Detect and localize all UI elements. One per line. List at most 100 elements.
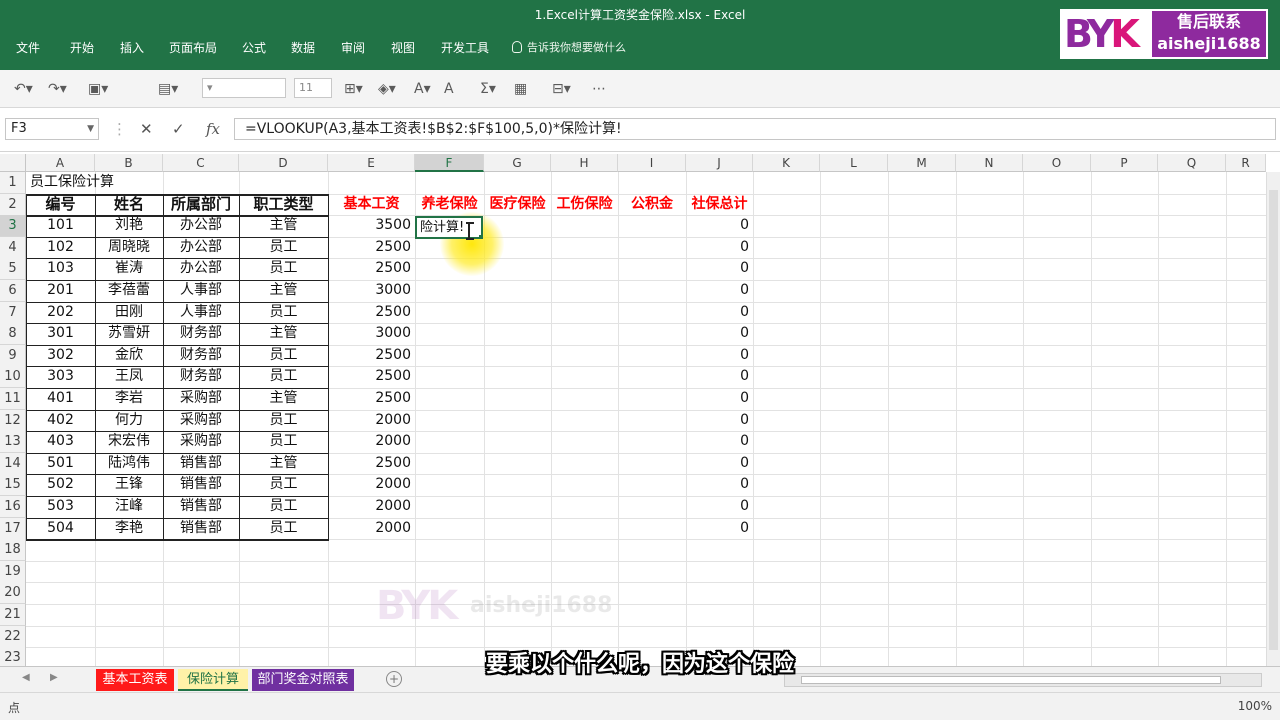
cell-dept[interactable]: 销售部 xyxy=(163,496,239,517)
row-header-16[interactable]: 16 xyxy=(0,496,26,518)
cell-total[interactable]: 0 xyxy=(686,280,753,301)
column-header-i[interactable]: I xyxy=(618,154,686,172)
column-header-l[interactable]: L xyxy=(820,154,888,172)
cell-dept[interactable]: 财务部 xyxy=(163,366,239,387)
cell-total[interactable]: 0 xyxy=(686,258,753,279)
cell-name[interactable]: 陆鸿伟 xyxy=(95,453,163,474)
cell-id[interactable]: 302 xyxy=(26,345,95,366)
cell-salary[interactable]: 2000 xyxy=(328,431,415,452)
cell-dept[interactable]: 销售部 xyxy=(163,453,239,474)
row-header-9[interactable]: 9 xyxy=(0,344,26,367)
cell-id[interactable]: 503 xyxy=(26,496,95,517)
cell-id[interactable]: 502 xyxy=(26,474,95,495)
cell-name[interactable]: 宋宏伟 xyxy=(95,431,163,452)
formula-input[interactable]: =VLOOKUP(A3,基本工资表!$B$2:$F$100,5,0)*保险计算! xyxy=(234,118,1276,140)
cell-total[interactable]: 0 xyxy=(686,345,753,366)
column-header-h[interactable]: H xyxy=(551,154,618,172)
autosum-icon[interactable]: Σ▾ xyxy=(480,80,496,98)
cell-dept[interactable]: 销售部 xyxy=(163,518,239,539)
tell-me-search[interactable]: 告诉我你想要做什么 xyxy=(512,40,626,56)
cell-id[interactable]: 202 xyxy=(26,302,95,323)
cell-dept[interactable]: 采购部 xyxy=(163,431,239,452)
column-header-e[interactable]: E xyxy=(328,154,415,172)
cell-type[interactable]: 员工 xyxy=(239,237,328,258)
cell-total[interactable]: 0 xyxy=(686,323,753,344)
row-header-21[interactable]: 21 xyxy=(0,604,26,626)
confirm-icon[interactable]: ✓ xyxy=(172,120,185,138)
cell-salary[interactable]: 2500 xyxy=(328,453,415,474)
cell-name[interactable]: 王锋 xyxy=(95,474,163,495)
cell-total[interactable]: 0 xyxy=(686,496,753,517)
select-all-corner[interactable] xyxy=(0,154,26,172)
menu-formulas[interactable]: 公式 xyxy=(242,40,266,56)
font-size-box[interactable]: 11 xyxy=(294,78,332,98)
cell-dept[interactable]: 人事部 xyxy=(163,302,239,323)
border-icon[interactable]: ⊞▾ xyxy=(344,80,363,98)
cell-type[interactable]: 主管 xyxy=(239,388,328,409)
header-cell[interactable]: 公积金 xyxy=(618,194,686,215)
cell-total[interactable]: 0 xyxy=(686,518,753,539)
row-header-12[interactable]: 12 xyxy=(0,409,26,432)
menu-file[interactable]: 文件 xyxy=(16,40,40,56)
cell-name[interactable]: 田刚 xyxy=(95,302,163,323)
cell-dept[interactable]: 办公部 xyxy=(163,215,239,236)
column-header-g[interactable]: G xyxy=(484,154,551,172)
menu-insert[interactable]: 插入 xyxy=(120,40,144,56)
vertical-scroll-thumb[interactable] xyxy=(1269,190,1278,650)
row-header-11[interactable]: 11 xyxy=(0,388,26,410)
cancel-icon[interactable]: ✕ xyxy=(140,120,153,138)
cell-dept[interactable]: 采购部 xyxy=(163,410,239,431)
row-header-5[interactable]: 5 xyxy=(0,258,26,281)
cell-type[interactable]: 员工 xyxy=(239,345,328,366)
cell-salary[interactable]: 2000 xyxy=(328,474,415,495)
cell-id[interactable]: 201 xyxy=(26,280,95,301)
cell-name[interactable]: 苏雪妍 xyxy=(95,323,163,344)
fill-color-icon[interactable]: ◈▾ xyxy=(378,80,396,98)
cell-total[interactable]: 0 xyxy=(686,302,753,323)
cell-total[interactable]: 0 xyxy=(686,453,753,474)
menu-data[interactable]: 数据 xyxy=(291,40,315,56)
format-painter-icon[interactable]: ▤▾ xyxy=(158,80,178,98)
column-header-j[interactable]: J xyxy=(686,154,753,172)
row-header-14[interactable]: 14 xyxy=(0,452,26,475)
cell-dept[interactable]: 财务部 xyxy=(163,323,239,344)
cell-name[interactable]: 王凤 xyxy=(95,366,163,387)
cell-id[interactable]: 303 xyxy=(26,366,95,387)
row-header-13[interactable]: 13 xyxy=(0,431,26,454)
cell-dept[interactable]: 销售部 xyxy=(163,474,239,495)
cell-id[interactable]: 501 xyxy=(26,453,95,474)
column-header-n[interactable]: N xyxy=(956,154,1023,172)
cell-type[interactable]: 员工 xyxy=(239,431,328,452)
row-header-6[interactable]: 6 xyxy=(0,280,26,302)
cell-type[interactable]: 员工 xyxy=(239,474,328,495)
cell-id[interactable]: 103 xyxy=(26,258,95,279)
name-box[interactable]: F3 ▼ xyxy=(5,118,99,140)
cell-name[interactable]: 李艳 xyxy=(95,518,163,539)
header-cell[interactable]: 职工类型 xyxy=(239,194,328,215)
merge-icon[interactable]: ⊟▾ xyxy=(552,80,571,98)
cell-type[interactable]: 主管 xyxy=(239,323,328,344)
font-shrink-icon[interactable]: A xyxy=(444,80,454,98)
cell-type[interactable]: 主管 xyxy=(239,215,328,236)
font-color-icon[interactable]: A▾ xyxy=(414,80,431,98)
zoom-level[interactable]: 100% xyxy=(1238,699,1272,713)
cell-total[interactable]: 0 xyxy=(686,474,753,495)
sheet-title[interactable]: 员工保险计算 xyxy=(30,172,114,193)
column-header-r[interactable]: R xyxy=(1226,154,1266,172)
cell-id[interactable]: 402 xyxy=(26,410,95,431)
row-header-3[interactable]: 3 xyxy=(0,215,26,238)
cell-name[interactable]: 李岩 xyxy=(95,388,163,409)
column-header-q[interactable]: Q xyxy=(1158,154,1226,172)
header-cell[interactable]: 所属部门 xyxy=(163,194,239,215)
cell-name[interactable]: 金欣 xyxy=(95,345,163,366)
column-header-d[interactable]: D xyxy=(239,154,328,172)
cell-type[interactable]: 员工 xyxy=(239,258,328,279)
cell-salary[interactable]: 2000 xyxy=(328,496,415,517)
column-header-b[interactable]: B xyxy=(95,154,163,172)
cell-salary[interactable]: 3000 xyxy=(328,280,415,301)
cell-name[interactable]: 刘艳 xyxy=(95,215,163,236)
column-header-f[interactable]: F xyxy=(415,154,484,172)
cell-id[interactable]: 101 xyxy=(26,215,95,236)
more-icon[interactable]: ⋯ xyxy=(592,80,606,98)
menu-review[interactable]: 审阅 xyxy=(341,40,365,56)
